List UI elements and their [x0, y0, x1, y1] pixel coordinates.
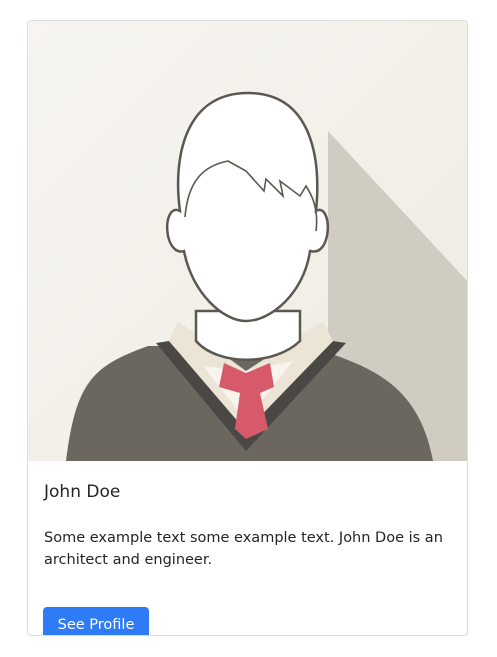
see-profile-button[interactable]: See Profile: [43, 607, 149, 635]
card-title: John Doe: [44, 482, 121, 502]
card-description: Some example text some example text. Joh…: [44, 530, 443, 568]
avatar-illustration: [28, 21, 467, 461]
profile-card: John Doe Some example text some example …: [27, 20, 468, 636]
